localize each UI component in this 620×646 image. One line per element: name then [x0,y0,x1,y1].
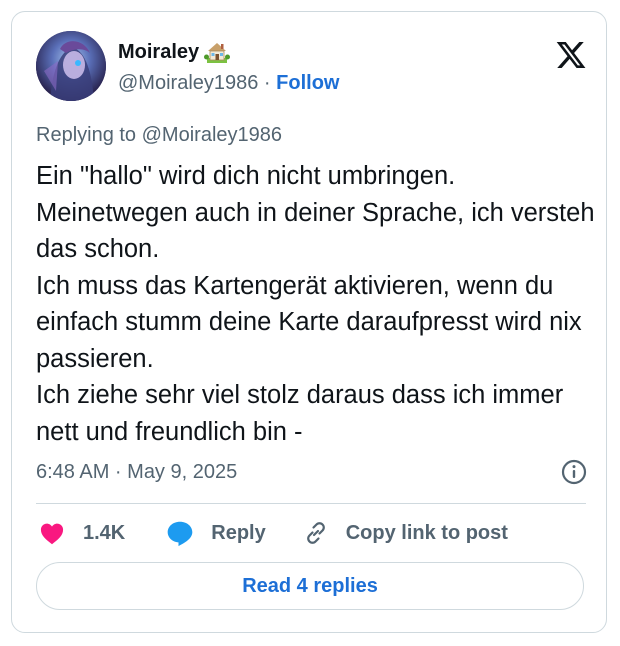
reply-label: Reply [211,521,266,544]
author-handle[interactable]: @Moiraley1986 [118,72,258,95]
author-name-row: Moiraley [118,38,231,66]
avatar-image [36,31,106,101]
copy-link-label: Copy link to post [345,521,508,544]
author-handle-row: @Moiraley1986 · Follow [118,69,339,97]
house-with-garden-icon [204,40,231,64]
link-icon [306,522,325,544]
author-avatar[interactable] [36,31,106,101]
like-button[interactable]: 1.4K [38,519,125,547]
replying-to-prefix: Replying to [36,124,142,146]
handle-separator: · [258,71,277,94]
replying-to: Replying to @Moiraley1986 [36,124,282,147]
copy-link-button[interactable]: Copy link to post [302,519,508,547]
info-icon[interactable] [560,458,588,486]
post-actions: 1.4K Reply Copy link to post [38,515,508,551]
post-card: Moiraley @Moiraley1986 · Follow Replying… [11,11,607,633]
reply-bubble-icon [167,521,193,547]
post-meta: 6:48 AM · May 9, 2025 [36,458,588,486]
read-replies-button[interactable]: Read 4 replies [36,562,584,610]
reply-button[interactable]: Reply [165,518,266,548]
post-text: Ein "hallo" wird dich nicht umbringen. M… [36,162,595,446]
follow-button[interactable]: Follow [276,72,339,95]
heart-icon [40,523,64,545]
post-timestamp[interactable]: 6:48 AM · May 9, 2025 [36,461,237,484]
x-logo-icon[interactable] [554,39,588,71]
post-header: Moiraley @Moiraley1986 · Follow [36,31,588,103]
author-display-name[interactable]: Moiraley [118,41,199,64]
replying-to-mention[interactable]: @Moiraley1986 [142,124,282,146]
like-count: 1.4K [83,521,126,544]
divider [36,503,586,504]
